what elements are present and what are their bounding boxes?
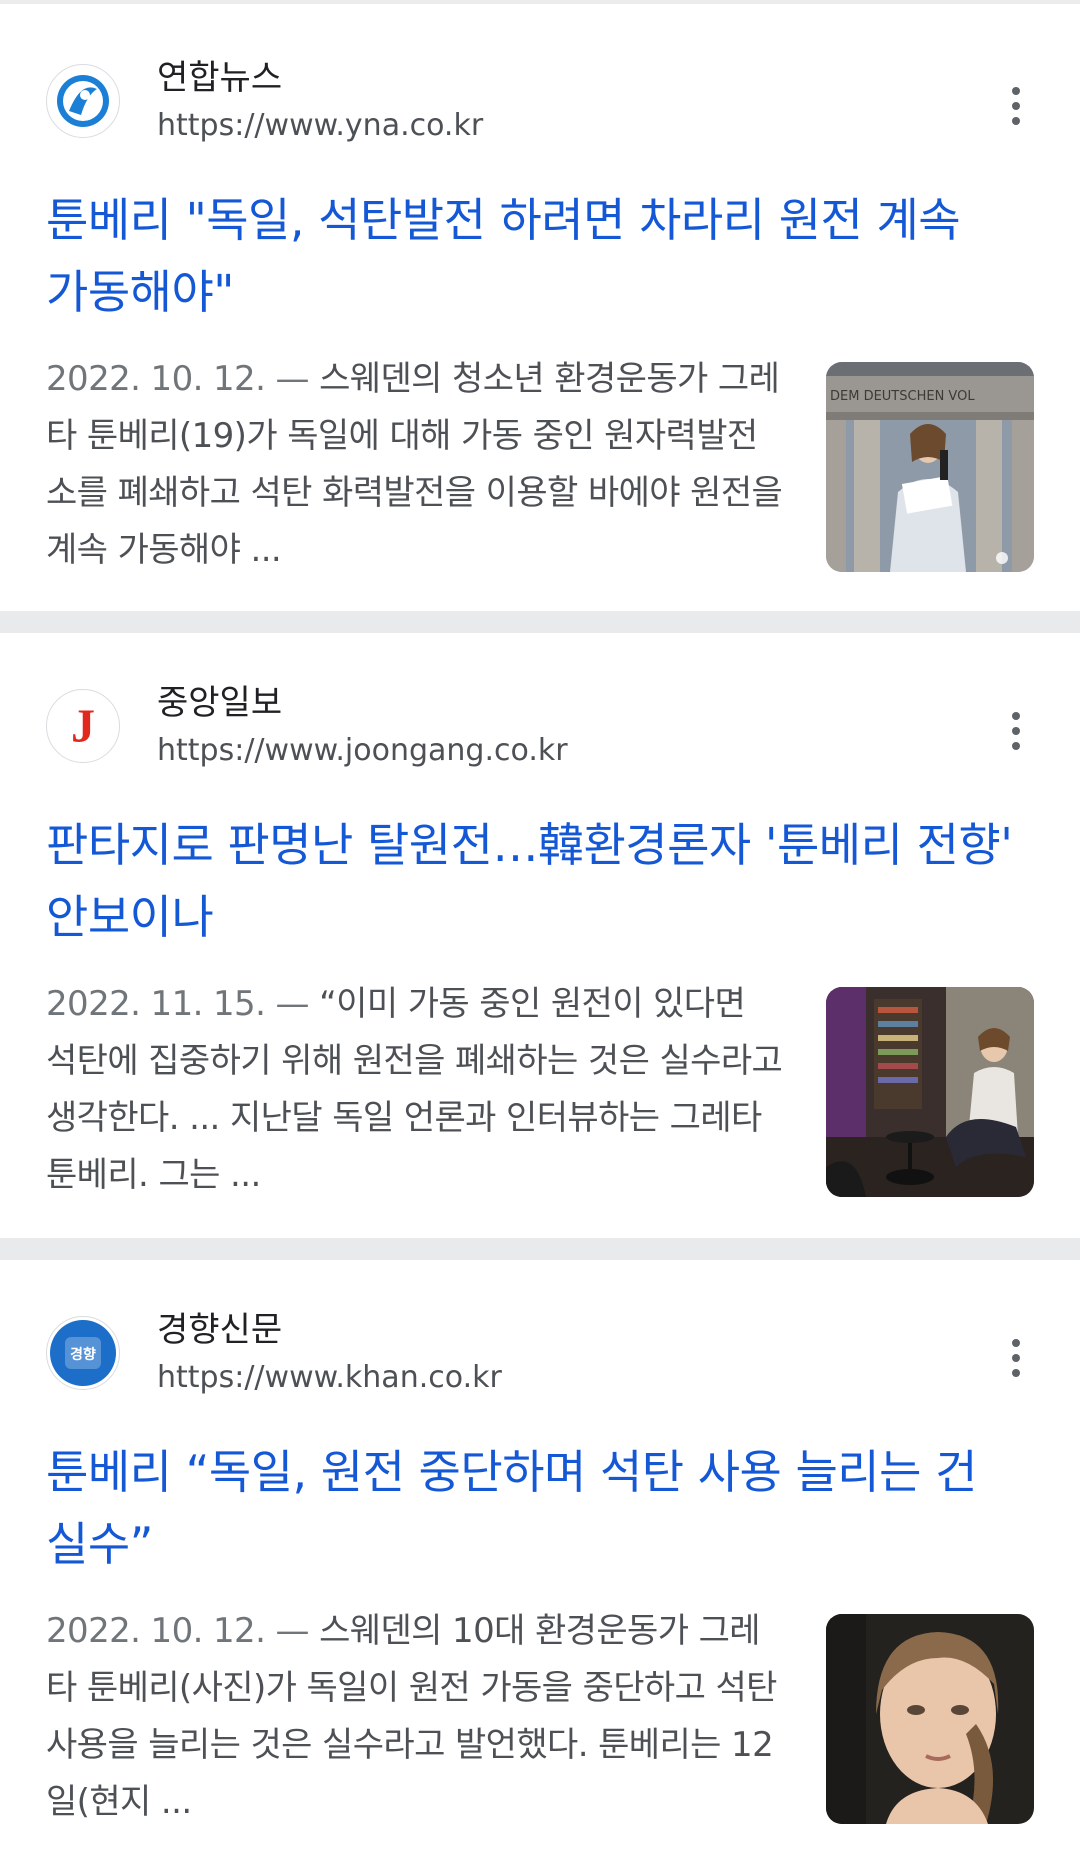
result-title-link[interactable]: 툰베리 “독일, 원전 중단하며 석탄 사용 늘리는 건 실수” [46,1436,1036,1580]
more-vert-icon[interactable] [996,1330,1036,1386]
more-vert-icon[interactable] [996,78,1036,134]
result-card-2[interactable]: J 중앙일보 https://www.joongang.co.kr 판타지로 판… [0,633,1080,1238]
result-thumbnail[interactable]: DEM DEUTSCHEN VOL [826,362,1034,572]
result-card-3[interactable]: 경향 경향신문 https://www.khan.co.kr 툰베리 “독일, … [0,1260,1080,1862]
kyunghyang-logo-icon[interactable]: 경향 [46,1316,120,1390]
result-divider [0,611,1080,633]
result-date: 2022. 11. 15. — [46,984,310,1024]
result-thumbnail[interactable] [826,1614,1034,1824]
source-url: https://www.yna.co.kr [157,108,484,143]
source-name: 중앙일보 [157,683,283,723]
source-url: https://www.khan.co.kr [157,1360,502,1395]
result-date: 2022. 10. 12. — [46,1611,310,1651]
source-url: https://www.joongang.co.kr [157,733,568,768]
source-name: 경향신문 [157,1310,283,1350]
result-date: 2022. 10. 12. — [46,359,310,399]
kyunghyang-logo-text: 경향 [70,1346,96,1363]
building-inscription: DEM DEUTSCHEN VOL [830,389,975,404]
joongang-logo-icon[interactable]: J [46,689,120,763]
result-snippet: 2022. 10. 12. — 스웨덴의 10대 환경운동가 그레타 툰베리(사… [46,1603,786,1831]
search-results-page: 연합뉴스 https://www.yna.co.kr 툰베리 "독일, 석탄발전… [0,0,1080,1862]
result-thumbnail[interactable] [826,987,1034,1197]
result-snippet: 2022. 11. 15. — “이미 가동 중인 원전이 있다면 석탄에 집중… [46,976,786,1204]
result-card-1[interactable]: 연합뉴스 https://www.yna.co.kr 툰베리 "독일, 석탄발전… [0,4,1080,611]
result-title-link[interactable]: 툰베리 "독일, 석탄발전 하려면 차라리 원전 계속 가동해야" [46,184,1036,328]
result-snippet: 2022. 10. 12. — 스웨덴의 청소년 환경운동가 그레타 툰베리(1… [46,351,786,579]
result-title-link[interactable]: 판타지로 판명난 탈원전…韓환경론자 '툰베리 전향' 안보이나 [46,809,1036,953]
yonhap-logo-icon[interactable] [46,64,120,138]
joongang-logo-letter: J [71,700,95,753]
source-name: 연합뉴스 [157,58,283,98]
result-divider [0,1238,1080,1260]
more-vert-icon[interactable] [996,703,1036,759]
